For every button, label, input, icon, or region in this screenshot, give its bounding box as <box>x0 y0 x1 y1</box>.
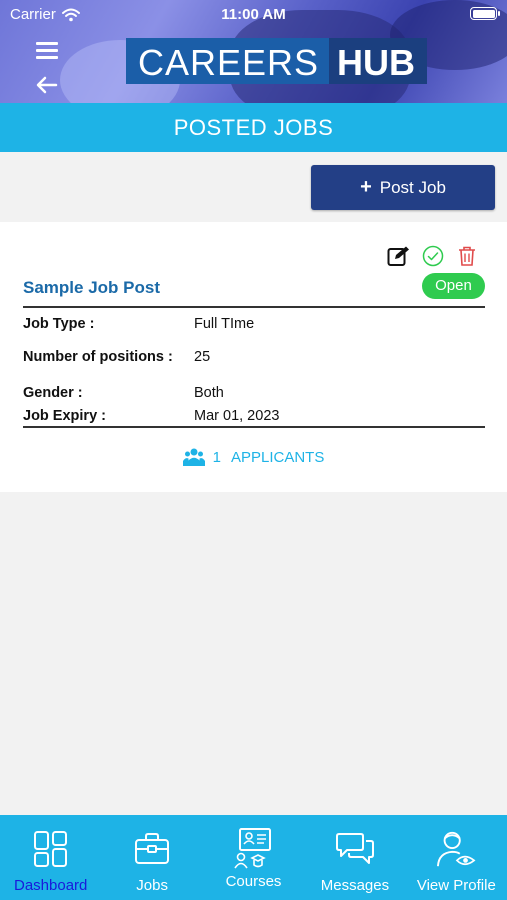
detail-row-job-expiry: Job Expiry : Mar 01, 2023 <box>23 406 485 426</box>
page-title: POSTED JOBS <box>0 103 507 152</box>
detail-label: Number of positions : <box>23 348 173 365</box>
back-arrow-icon[interactable] <box>36 76 60 96</box>
applicants-label: APPLICANTS <box>230 448 325 466</box>
careers-hub-logo: CAREERS HUB <box>126 38 428 84</box>
profile-icon <box>436 829 476 869</box>
applicants-link[interactable]: 1 APPLICANTS <box>0 447 507 467</box>
tab-label: Dashboard <box>14 877 88 894</box>
dashboard-icon <box>31 829 71 869</box>
tab-label: Courses <box>225 873 282 890</box>
job-card: Sample Job Post Open Job Type : Full TIm… <box>0 222 507 492</box>
divider <box>23 426 485 428</box>
header: Carrier 11:00 AM CAREERS HUB <box>0 0 507 103</box>
job-details: Job Type : Full TIme Number of positions… <box>23 314 485 426</box>
status-badge[interactable]: Open <box>422 273 485 299</box>
courses-icon <box>233 828 274 869</box>
detail-row-gender: Gender : Both <box>23 383 485 403</box>
tab-courses[interactable]: Courses <box>203 815 304 900</box>
briefcase-icon <box>132 829 172 869</box>
tab-jobs[interactable]: Jobs <box>101 815 202 900</box>
job-actions <box>387 244 479 268</box>
check-circle-icon[interactable] <box>421 244 445 268</box>
detail-value: Mar 01, 2023 <box>194 408 280 424</box>
tab-label: View Profile <box>416 877 496 894</box>
tab-view-profile[interactable]: View Profile <box>406 815 507 900</box>
detail-value: Full TIme <box>194 316 255 332</box>
job-title[interactable]: Sample Job Post <box>23 278 160 298</box>
tab-label: Messages <box>320 877 390 894</box>
divider <box>23 306 485 308</box>
tab-dashboard[interactable]: Dashboard <box>0 815 101 900</box>
detail-label: Gender : <box>23 384 83 401</box>
status-bar: Carrier 11:00 AM <box>0 0 507 28</box>
detail-row-job-type: Job Type : Full TIme <box>23 314 485 334</box>
post-job-button[interactable]: + Post Job <box>311 165 495 210</box>
battery-icon <box>470 7 500 20</box>
edit-icon[interactable] <box>387 244 411 268</box>
detail-row-positions: Number of positions : 25 <box>23 334 485 380</box>
post-job-label: Post Job <box>379 177 446 197</box>
tab-messages[interactable]: Messages <box>304 815 405 900</box>
detail-value: 25 <box>194 349 211 365</box>
chat-bubbles-icon <box>335 829 375 869</box>
group-icon <box>182 448 205 466</box>
detail-label: Job Type : <box>23 315 95 332</box>
logo-text-hub: HUB <box>329 38 428 84</box>
applicants-count: 1 <box>212 448 221 466</box>
detail-label: Job Expiry : <box>23 407 106 424</box>
bottom-tab-bar: Dashboard Jobs Courses Messages View Pro… <box>0 815 507 900</box>
logo-text-careers: CAREERS <box>126 38 330 84</box>
tab-label: Jobs <box>136 877 168 894</box>
detail-value: Both <box>194 385 224 401</box>
plus-icon: + <box>360 176 372 198</box>
clock: 11:00 AM <box>221 6 286 23</box>
menu-icon[interactable] <box>36 42 60 62</box>
trash-icon[interactable] <box>455 244 479 268</box>
